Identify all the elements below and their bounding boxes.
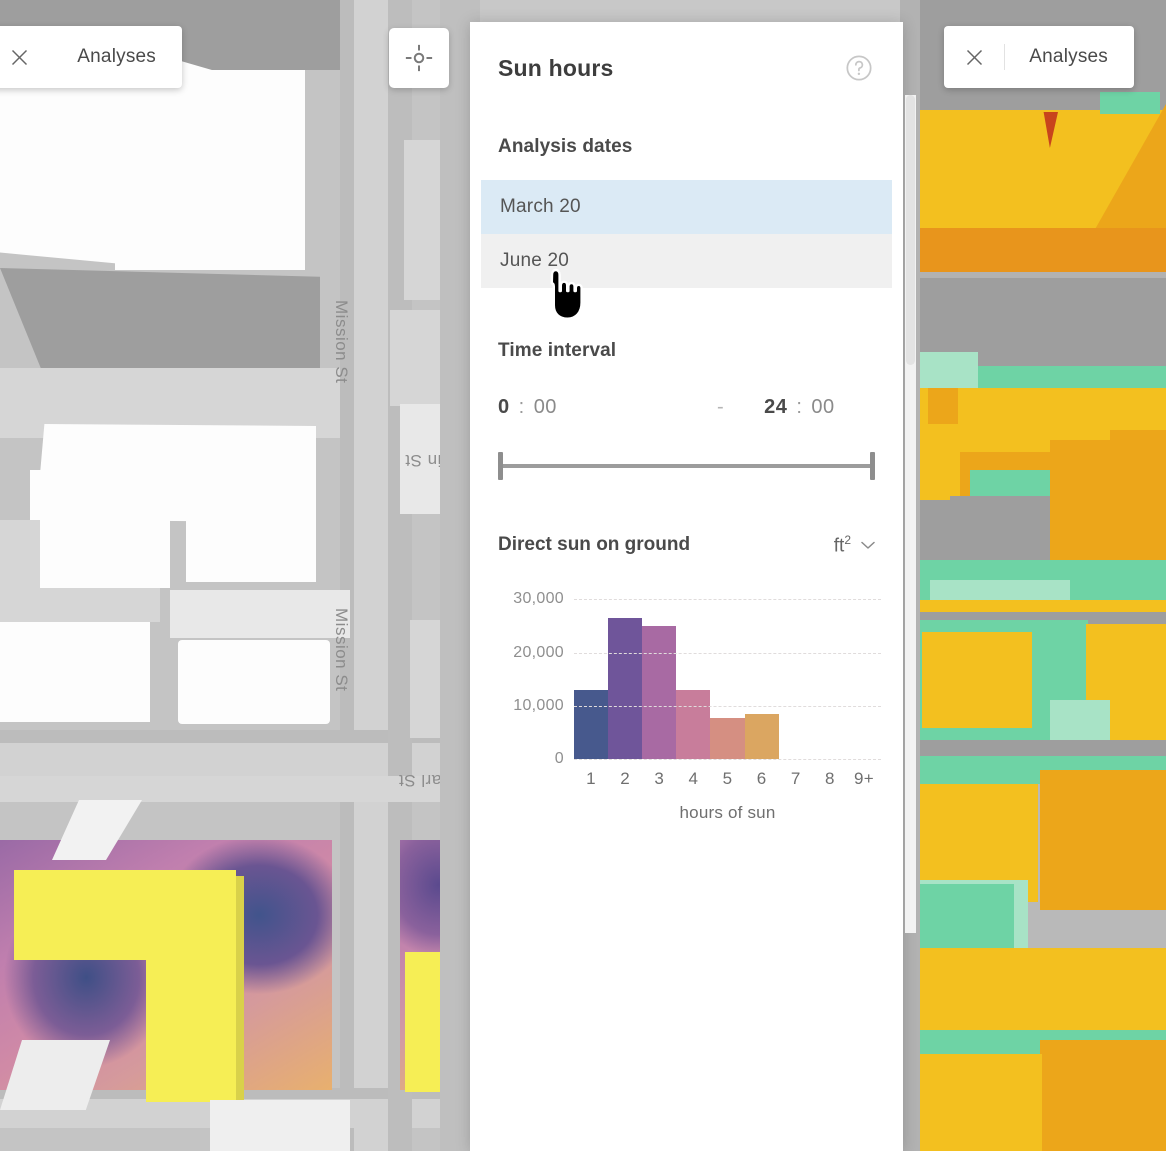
chart-bar[interactable] bbox=[642, 626, 677, 760]
sun-hours-panel: Sun hours Analysis dates March 20 June 2… bbox=[470, 22, 903, 1151]
chart-x-tick-label: 1 bbox=[586, 769, 596, 789]
chart-bar[interactable] bbox=[574, 690, 609, 760]
panel-scrollbar-thumb[interactable] bbox=[906, 95, 915, 365]
time-interval-inputs: 0 : 00 - 24 : 00 bbox=[470, 396, 903, 419]
time-range-dash: - bbox=[716, 396, 725, 418]
direct-sun-bar-chart[interactable]: 0 10,000 20,000 30,000 1 2 3 4 5 6 7 8 9+ hours of … bbox=[470, 590, 903, 829]
close-icon bbox=[966, 49, 982, 65]
start-time-field[interactable]: 0 : 00 bbox=[498, 396, 557, 419]
chart-y-axis: 0 10,000 20,000 30,000 bbox=[470, 590, 564, 767]
yellow-building-left-wing[interactable] bbox=[146, 870, 236, 1102]
chart-title: Direct sun on ground bbox=[498, 534, 690, 556]
analysis-date-item-june-20[interactable]: June 20 bbox=[481, 234, 892, 288]
chart-x-tick-label: 5 bbox=[722, 769, 733, 789]
chart-bar[interactable] bbox=[608, 618, 643, 760]
chart-title-text: Direct sun on ground bbox=[498, 534, 691, 556]
slider-handle-start[interactable] bbox=[498, 452, 503, 480]
chart-bar[interactable] bbox=[676, 690, 711, 760]
chart-bar-slot[interactable] bbox=[847, 599, 881, 759]
chart-x-tick-label: 7 bbox=[790, 769, 801, 789]
chart-x-tick-label: 3 bbox=[654, 769, 665, 789]
unit-label-text: ft bbox=[833, 535, 845, 557]
chart-bar-slot[interactable] bbox=[710, 599, 745, 760]
chart-y-tick-label: 0 bbox=[554, 750, 564, 768]
chart-bar[interactable] bbox=[744, 714, 779, 760]
chart-x-tick-label: 8 bbox=[824, 769, 835, 789]
chart-bar-slot[interactable] bbox=[813, 599, 847, 759]
analyses-panel-button-left[interactable]: Analyses bbox=[0, 26, 182, 88]
chart-header: Direct sun on ground ft2 bbox=[470, 533, 903, 557]
start-hour-value: 0 bbox=[498, 396, 510, 418]
close-button-left[interactable] bbox=[0, 26, 47, 88]
analyses-label-left: Analyses bbox=[77, 46, 156, 67]
chart-bar-slot[interactable] bbox=[676, 599, 711, 760]
chart-gridline bbox=[574, 599, 881, 601]
chart-gridline bbox=[574, 652, 881, 654]
street-label-mission-2: Mission St bbox=[332, 608, 351, 692]
close-icon bbox=[12, 49, 28, 65]
chart-x-tick-label: 9+ bbox=[853, 769, 874, 789]
start-time-separator: : bbox=[518, 396, 525, 418]
chart-bar-slot[interactable] bbox=[574, 599, 609, 760]
chart-gridline bbox=[574, 759, 881, 761]
close-button-right[interactable] bbox=[944, 26, 1004, 88]
end-time-field[interactable]: 24 : 00 bbox=[764, 396, 835, 419]
chart-bar[interactable] bbox=[710, 717, 745, 760]
time-range-slider[interactable] bbox=[498, 449, 875, 483]
chart-y-tick-label: 30,000 bbox=[513, 590, 564, 608]
analyses-label-right: Analyses bbox=[1029, 46, 1108, 67]
analysis-date-item-march-20[interactable]: March 20 bbox=[481, 180, 892, 234]
crosshair-locate-icon bbox=[405, 44, 433, 72]
map-left-region[interactable]: Mission St Mission St Main St Pearl St bbox=[0, 0, 470, 1151]
end-minute-value: 00 bbox=[811, 396, 835, 418]
chart-x-tick-labels: 1 2 3 4 5 6 7 8 9+ bbox=[574, 769, 881, 789]
unit-exponent: 2 bbox=[844, 533, 851, 547]
chart-bar-slot[interactable] bbox=[608, 599, 643, 760]
chart-plot-area bbox=[574, 599, 881, 761]
chart-bar-slot[interactable] bbox=[779, 599, 813, 759]
chart-bar-slot[interactable] bbox=[642, 599, 677, 760]
panel-header: Sun hours bbox=[470, 22, 903, 82]
analysis-dates-list: March 20 June 20 bbox=[470, 180, 903, 288]
chevron-down-icon bbox=[861, 541, 875, 549]
slider-track[interactable] bbox=[498, 464, 875, 468]
chart-x-axis-title: hours of sun bbox=[679, 803, 776, 823]
end-hour-value: 24 bbox=[764, 396, 788, 418]
slider-handle-end[interactable] bbox=[870, 452, 875, 480]
help-circle-icon[interactable] bbox=[845, 54, 873, 82]
unit-dropdown[interactable]: ft2 bbox=[834, 533, 875, 557]
time-interval-heading: Time interval bbox=[498, 340, 617, 361]
unit-label: ft2 bbox=[834, 533, 851, 557]
chart-y-tick-label: 10,000 bbox=[513, 696, 564, 714]
map-right-region[interactable] bbox=[900, 0, 1166, 1151]
start-minute-value: 00 bbox=[533, 396, 557, 418]
chart-bar-slot[interactable] bbox=[744, 599, 779, 760]
page-title: Sun hours bbox=[498, 54, 614, 81]
analysis-dates-heading: Analysis dates bbox=[498, 136, 633, 157]
chart-gridline bbox=[574, 705, 881, 707]
app-root: Mission St Mission St Main St Pearl St A… bbox=[0, 0, 1166, 1151]
analyses-panel-button-right[interactable]: Analyses bbox=[944, 26, 1134, 88]
chart-bars bbox=[574, 599, 881, 760]
panel-scrollbar[interactable] bbox=[905, 95, 916, 933]
locate-button[interactable] bbox=[389, 28, 449, 88]
chart-y-tick-label: 20,000 bbox=[513, 643, 564, 661]
street-label-mission-1: Mission St bbox=[332, 300, 351, 384]
chart-x-tick-label: 6 bbox=[756, 769, 767, 789]
chart-x-tick-label: 4 bbox=[688, 769, 699, 789]
chart-x-tick-label: 2 bbox=[620, 769, 631, 789]
end-time-separator: : bbox=[796, 396, 803, 418]
